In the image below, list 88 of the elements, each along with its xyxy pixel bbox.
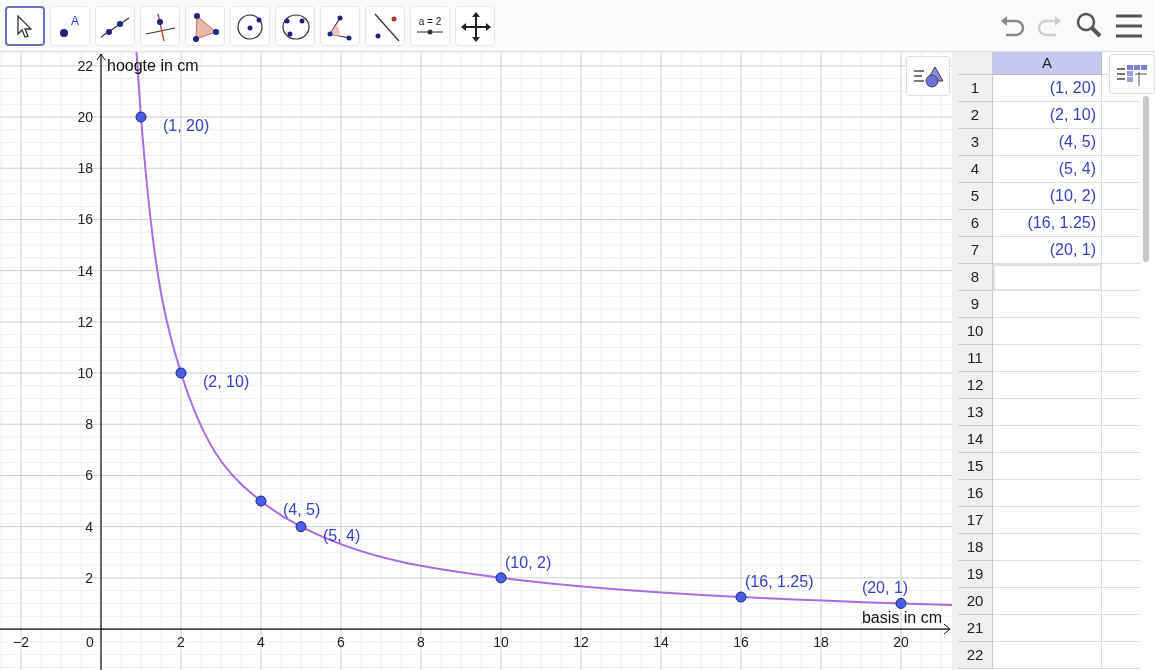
row-header[interactable]: 22 — [958, 642, 993, 669]
slider-icon — [416, 28, 444, 35]
row-header[interactable]: 1 — [958, 75, 993, 102]
point[interactable] — [735, 591, 747, 603]
point[interactable] — [295, 521, 307, 533]
tick-label: 10 — [493, 634, 509, 651]
row-header[interactable]: 15 — [958, 453, 993, 480]
tick-label: 20 — [893, 634, 909, 651]
row-header[interactable]: 18 — [958, 534, 993, 561]
tick-label: 10 — [77, 365, 93, 382]
tool-button[interactable]: A — [50, 5, 90, 46]
row-header[interactable]: 14 — [958, 426, 993, 453]
table-cell[interactable] — [993, 318, 1102, 345]
tick-label: 6 — [85, 467, 93, 484]
row-header[interactable]: 21 — [958, 615, 993, 642]
row-header[interactable]: 16 — [958, 480, 993, 507]
row-header[interactable]: 6 — [958, 210, 993, 237]
table-cell[interactable]: (1, 20) — [993, 75, 1102, 102]
table-cell[interactable]: (10, 2) — [993, 183, 1102, 210]
table-cell[interactable] — [993, 345, 1102, 372]
tick-label: 2 — [85, 569, 93, 586]
table-cell[interactable]: (16, 1.25) — [993, 210, 1102, 237]
row-header[interactable]: 8 — [958, 264, 993, 291]
point[interactable] — [135, 111, 147, 123]
tick-label: 12 — [77, 313, 93, 330]
point-label: (16, 1.25) — [745, 573, 814, 591]
row-header[interactable]: 20 — [958, 588, 993, 615]
point[interactable] — [255, 495, 267, 507]
tick-label: 16 — [733, 634, 749, 651]
tick-label: 4 — [257, 634, 265, 651]
point[interactable] — [175, 367, 187, 379]
row-header[interactable]: 7 — [958, 237, 993, 264]
table-cell[interactable] — [993, 399, 1102, 426]
table-cell[interactable] — [993, 480, 1102, 507]
point-label: (10, 2) — [505, 553, 552, 571]
point-label: (5, 4) — [323, 526, 361, 544]
tick-label: 14 — [77, 262, 93, 279]
tick-label: −2 — [13, 634, 29, 651]
table-cell[interactable] — [993, 615, 1102, 642]
tick-label: 2 — [177, 634, 185, 651]
row-header[interactable]: 4 — [958, 156, 993, 183]
row-header[interactable]: 5 — [958, 183, 993, 210]
table-cell[interactable]: (5, 4) — [993, 156, 1102, 183]
point-label: (1, 20) — [163, 117, 210, 135]
tick-label: 18 — [77, 160, 93, 177]
row-header[interactable]: 10 — [958, 318, 993, 345]
tick-label: 14 — [653, 634, 669, 651]
table-cell[interactable] — [993, 534, 1102, 561]
row-header[interactable]: 9 — [958, 291, 993, 318]
point-label: (4, 5) — [283, 501, 321, 519]
table-cell[interactable] — [993, 588, 1102, 615]
table-cell[interactable] — [993, 453, 1102, 480]
tick-label: 4 — [85, 518, 93, 535]
axis-label: basis in cm — [861, 609, 942, 627]
scrollbar[interactable] — [1143, 96, 1149, 262]
row-header[interactable]: 2 — [958, 102, 993, 129]
row-header[interactable]: 13 — [958, 399, 993, 426]
column-header[interactable]: A — [993, 52, 1102, 75]
point-label: (20, 1) — [861, 579, 909, 597]
table-cell[interactable] — [993, 426, 1102, 453]
tick-label: 6 — [337, 634, 345, 651]
row-header[interactable]: 12 — [958, 372, 993, 399]
row-header[interactable]: 3 — [958, 129, 993, 156]
table-cell[interactable] — [993, 372, 1102, 399]
table-cell[interactable] — [993, 561, 1102, 588]
row-header[interactable]: 11 — [958, 345, 993, 372]
tick-label: 18 — [813, 634, 829, 651]
tick-label: 22 — [77, 57, 93, 74]
table-cell[interactable]: (2, 10) — [993, 102, 1102, 129]
row-header[interactable]: 17 — [958, 507, 993, 534]
row-header[interactable]: 19 — [958, 561, 993, 588]
tick-label: 12 — [573, 634, 589, 651]
tick-label: 8 — [85, 416, 93, 433]
tick-label: 20 — [77, 109, 93, 126]
point[interactable] — [895, 597, 907, 609]
point-label: (2, 10) — [203, 373, 250, 391]
table-cell[interactable] — [993, 291, 1102, 318]
tick-label: 0 — [86, 634, 94, 651]
table-cell[interactable] — [993, 507, 1102, 534]
table-cell[interactable] — [993, 264, 1102, 291]
tool-button[interactable] — [5, 5, 45, 46]
tool-button[interactable]: a = 2 — [410, 5, 450, 46]
table-cell[interactable] — [993, 642, 1102, 669]
tick-label: 8 — [417, 634, 425, 651]
table-cell[interactable]: (4, 5) — [993, 129, 1102, 156]
tick-label: 16 — [77, 211, 93, 228]
table-cell[interactable]: (20, 1) — [993, 237, 1102, 264]
point[interactable] — [495, 572, 507, 584]
